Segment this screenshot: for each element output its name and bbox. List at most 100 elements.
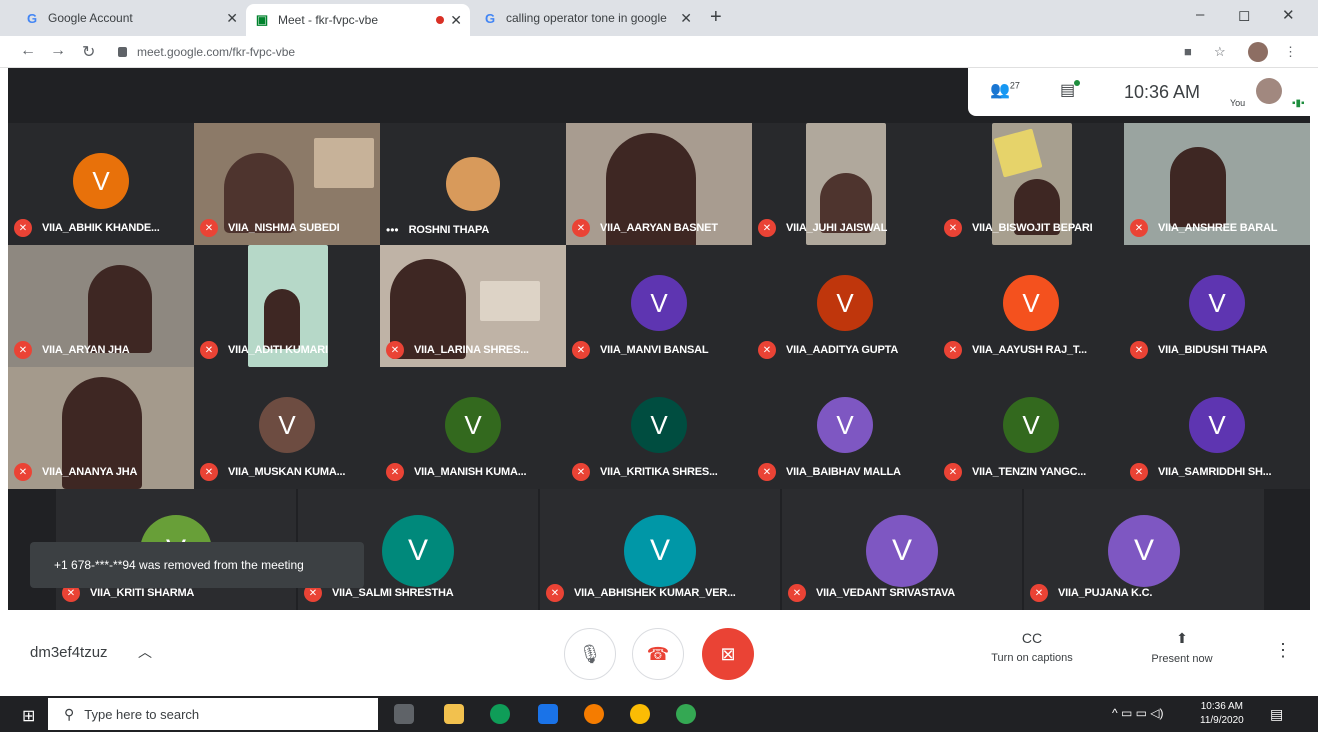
participant-avatar: V [73,153,129,209]
maximize-button[interactable]: ◻ [1238,6,1250,24]
participant-tile[interactable]: V ✕ VIIA_TENZIN YANGC... [938,367,1124,489]
bookmark-star-icon[interactable]: ☆ [1214,44,1226,60]
participant-tile[interactable]: ✕ VIIA_ANANYA JHA [8,367,194,489]
participant-tile[interactable]: V ✕ VIIA_MUSKAN KUMA... [194,367,380,489]
profile-avatar[interactable] [1248,42,1268,62]
participants-button[interactable]: 👥27 [990,80,1020,100]
browser-tabstrip: G Google Account ✕ ▣ Meet - fkr-fvpc-vbe… [0,0,1318,36]
present-now-button[interactable]: ⬆ Present now [1142,630,1222,665]
mic-off-icon: ✕ [944,219,962,237]
self-view-avatar[interactable] [1256,78,1282,104]
file-explorer-icon[interactable] [444,704,464,724]
participant-tile[interactable]: V ✕ VIIA_ABHIK KHANDE... [8,123,194,245]
tab-calling-operator[interactable]: G calling operator tone in google ✕ [474,4,700,32]
mic-off-icon: ✕ [572,463,590,481]
close-tab-icon[interactable]: ✕ [450,12,462,29]
mic-off-icon: ✕ [1130,219,1148,237]
system-tray-icons[interactable]: ^ ▭ ▭ ◁) [1112,706,1164,720]
new-tab-button[interactable]: + [710,6,722,29]
participant-tile[interactable]: V ✕ VIIA_BAIBHAV MALLA [752,367,938,489]
microphone-button[interactable]: 🎙 [564,628,616,680]
participant-avatar: V [631,397,687,453]
participant-tile[interactable]: V ✕ VIIA_ABHISHEK KUMAR_VER... [540,489,780,610]
microphone-icon: 🎙 [578,643,602,664]
participant-avatar: V [1189,275,1245,331]
recording-indicator-icon [436,16,445,24]
hang-up-icon: ☎ [646,643,670,664]
participant-tile[interactable]: ✕ VIIA_ARYAN JHA [8,245,194,367]
meet-stage: 👥27 ▤ 10:36 AM You ▪▮▪ V ✕ VIIA_ABHIK KHA… [8,68,1310,610]
participant-tile[interactable]: V ✕ VIIA_AAYUSH RAJ_T... [938,245,1124,367]
participant-tile[interactable]: ✕ VIIA_ANSHREE BARAL [1124,123,1310,245]
captions-button[interactable]: CC Turn on captions [980,630,1084,664]
camera-off-button[interactable]: ⊠ [702,628,754,680]
leave-call-button[interactable]: ☎ [632,628,684,680]
close-window-button[interactable]: ✕ [1282,6,1295,24]
close-tab-icon[interactable]: ✕ [226,10,238,27]
participant-tile[interactable]: V ✕ VIIA_MANISH KUMA... [380,367,566,489]
address-bar[interactable]: meet.google.com/fkr-fvpc-vbe [110,40,1150,64]
chevron-up-icon[interactable]: ︿ [138,642,152,662]
security-shield-icon[interactable] [538,704,558,724]
address-url: meet.google.com/fkr-fvpc-vbe [137,45,296,59]
back-arrow-icon[interactable]: ← [20,42,36,60]
browser-toolbar: ← → ↻ meet.google.com/fkr-fvpc-vbe ■ ☆ ⋮ [0,36,1318,68]
meeting-code[interactable]: dm3ef4tzuz [30,644,108,661]
participant-tile[interactable]: ✕ VIIA_AARYAN BASNET [566,123,752,245]
participant-avatar: V [866,515,938,587]
edge-browser-icon[interactable] [490,704,510,724]
participant-tile[interactable]: ✕ VIIA_LARINA SHRES... [380,245,566,367]
video-background [314,138,374,188]
google-g-icon: G [26,10,38,26]
participant-tile[interactable]: V ✕ VIIA_VEDANT SRIVASTAVA [782,489,1022,610]
participant-avatar: V [817,397,873,453]
camera-indicator-icon[interactable]: ■ [1184,44,1192,59]
participant-tile[interactable]: V ✕ VIIA_KRITIKA SHRES... [566,367,752,489]
windows-start-icon[interactable]: ⊞ [22,706,35,726]
tab-meet[interactable]: ▣ Meet - fkr-fvpc-vbe ✕ [246,4,470,36]
forward-arrow-icon[interactable]: → [50,42,66,60]
mic-off-icon: ✕ [386,463,404,481]
chrome-icon[interactable] [630,704,650,724]
minimize-button[interactable]: – [1196,6,1204,23]
participant-tile[interactable]: V ✕ VIIA_BIDUSHI THAPA [1124,245,1310,367]
participant-tile[interactable]: V ✕ VIIA_AADITYA GUPTA [752,245,938,367]
tab-google-account[interactable]: G Google Account ✕ [16,4,246,32]
chat-icon[interactable]: ▤ [1060,80,1075,100]
participant-tile[interactable]: V ✕ VIIA_MANVI BANSAL [566,245,752,367]
task-view-icon[interactable] [394,704,414,724]
hangouts-icon[interactable] [676,704,696,724]
participant-tile[interactable]: ••• ROSHNI THAPA [380,123,566,245]
participant-tile[interactable]: ✕ VIIA_JUHI JAISWAL [752,123,938,245]
close-tab-icon[interactable]: ✕ [680,10,692,27]
notifications-icon[interactable]: ▤ [1270,706,1283,723]
mic-off-icon: ✕ [200,463,218,481]
participant-tile[interactable]: V ✕ VIIA_PUJANA K.C. [1024,489,1264,610]
mic-off-icon: ✕ [944,463,962,481]
video-feed [88,265,152,353]
taskbar-search-box[interactable]: ⚲ Type here to search [48,698,378,730]
browser-menu-icon[interactable]: ⋮ [1284,44,1297,60]
participant-avatar: V [1003,275,1059,331]
mic-off-icon: ✕ [788,584,806,602]
mic-off-icon: ✕ [1030,584,1048,602]
meeting-controls-bar: dm3ef4tzuz ︿ 🎙 ☎ ⊠ CC Turn on captions ⬆… [0,610,1318,696]
firefox-icon[interactable] [584,704,604,724]
reload-icon[interactable]: ↻ [82,42,95,62]
participant-tile[interactable]: ✕ VIIA_NISHMA SUBEDI [194,123,380,245]
mic-off-icon: ✕ [200,219,218,237]
taskbar-clock[interactable]: 10:36 AM 11/9/2020 [1200,700,1244,728]
participant-avatar: V [445,397,501,453]
participant-tile[interactable]: ✕ VIIA_BISWOJIT BEPARI [938,123,1124,245]
mic-off-icon: ✕ [572,341,590,359]
captions-icon: CC [1021,630,1043,646]
mic-off-icon: ✕ [1130,341,1148,359]
people-icon: 👥 [990,82,1010,99]
mic-off-icon: ✕ [1130,463,1148,481]
participant-avatar: V [382,515,454,587]
participant-tile[interactable]: ✕ VIIA_ADITI KUMARI [194,245,380,367]
mic-off-icon: ✕ [386,341,404,359]
participant-tile[interactable]: V ✕ VIIA_SAMRIDDHI SH... [1124,367,1310,489]
more-options-icon[interactable]: ⋮ [1274,640,1292,661]
mic-off-icon: ✕ [758,463,776,481]
